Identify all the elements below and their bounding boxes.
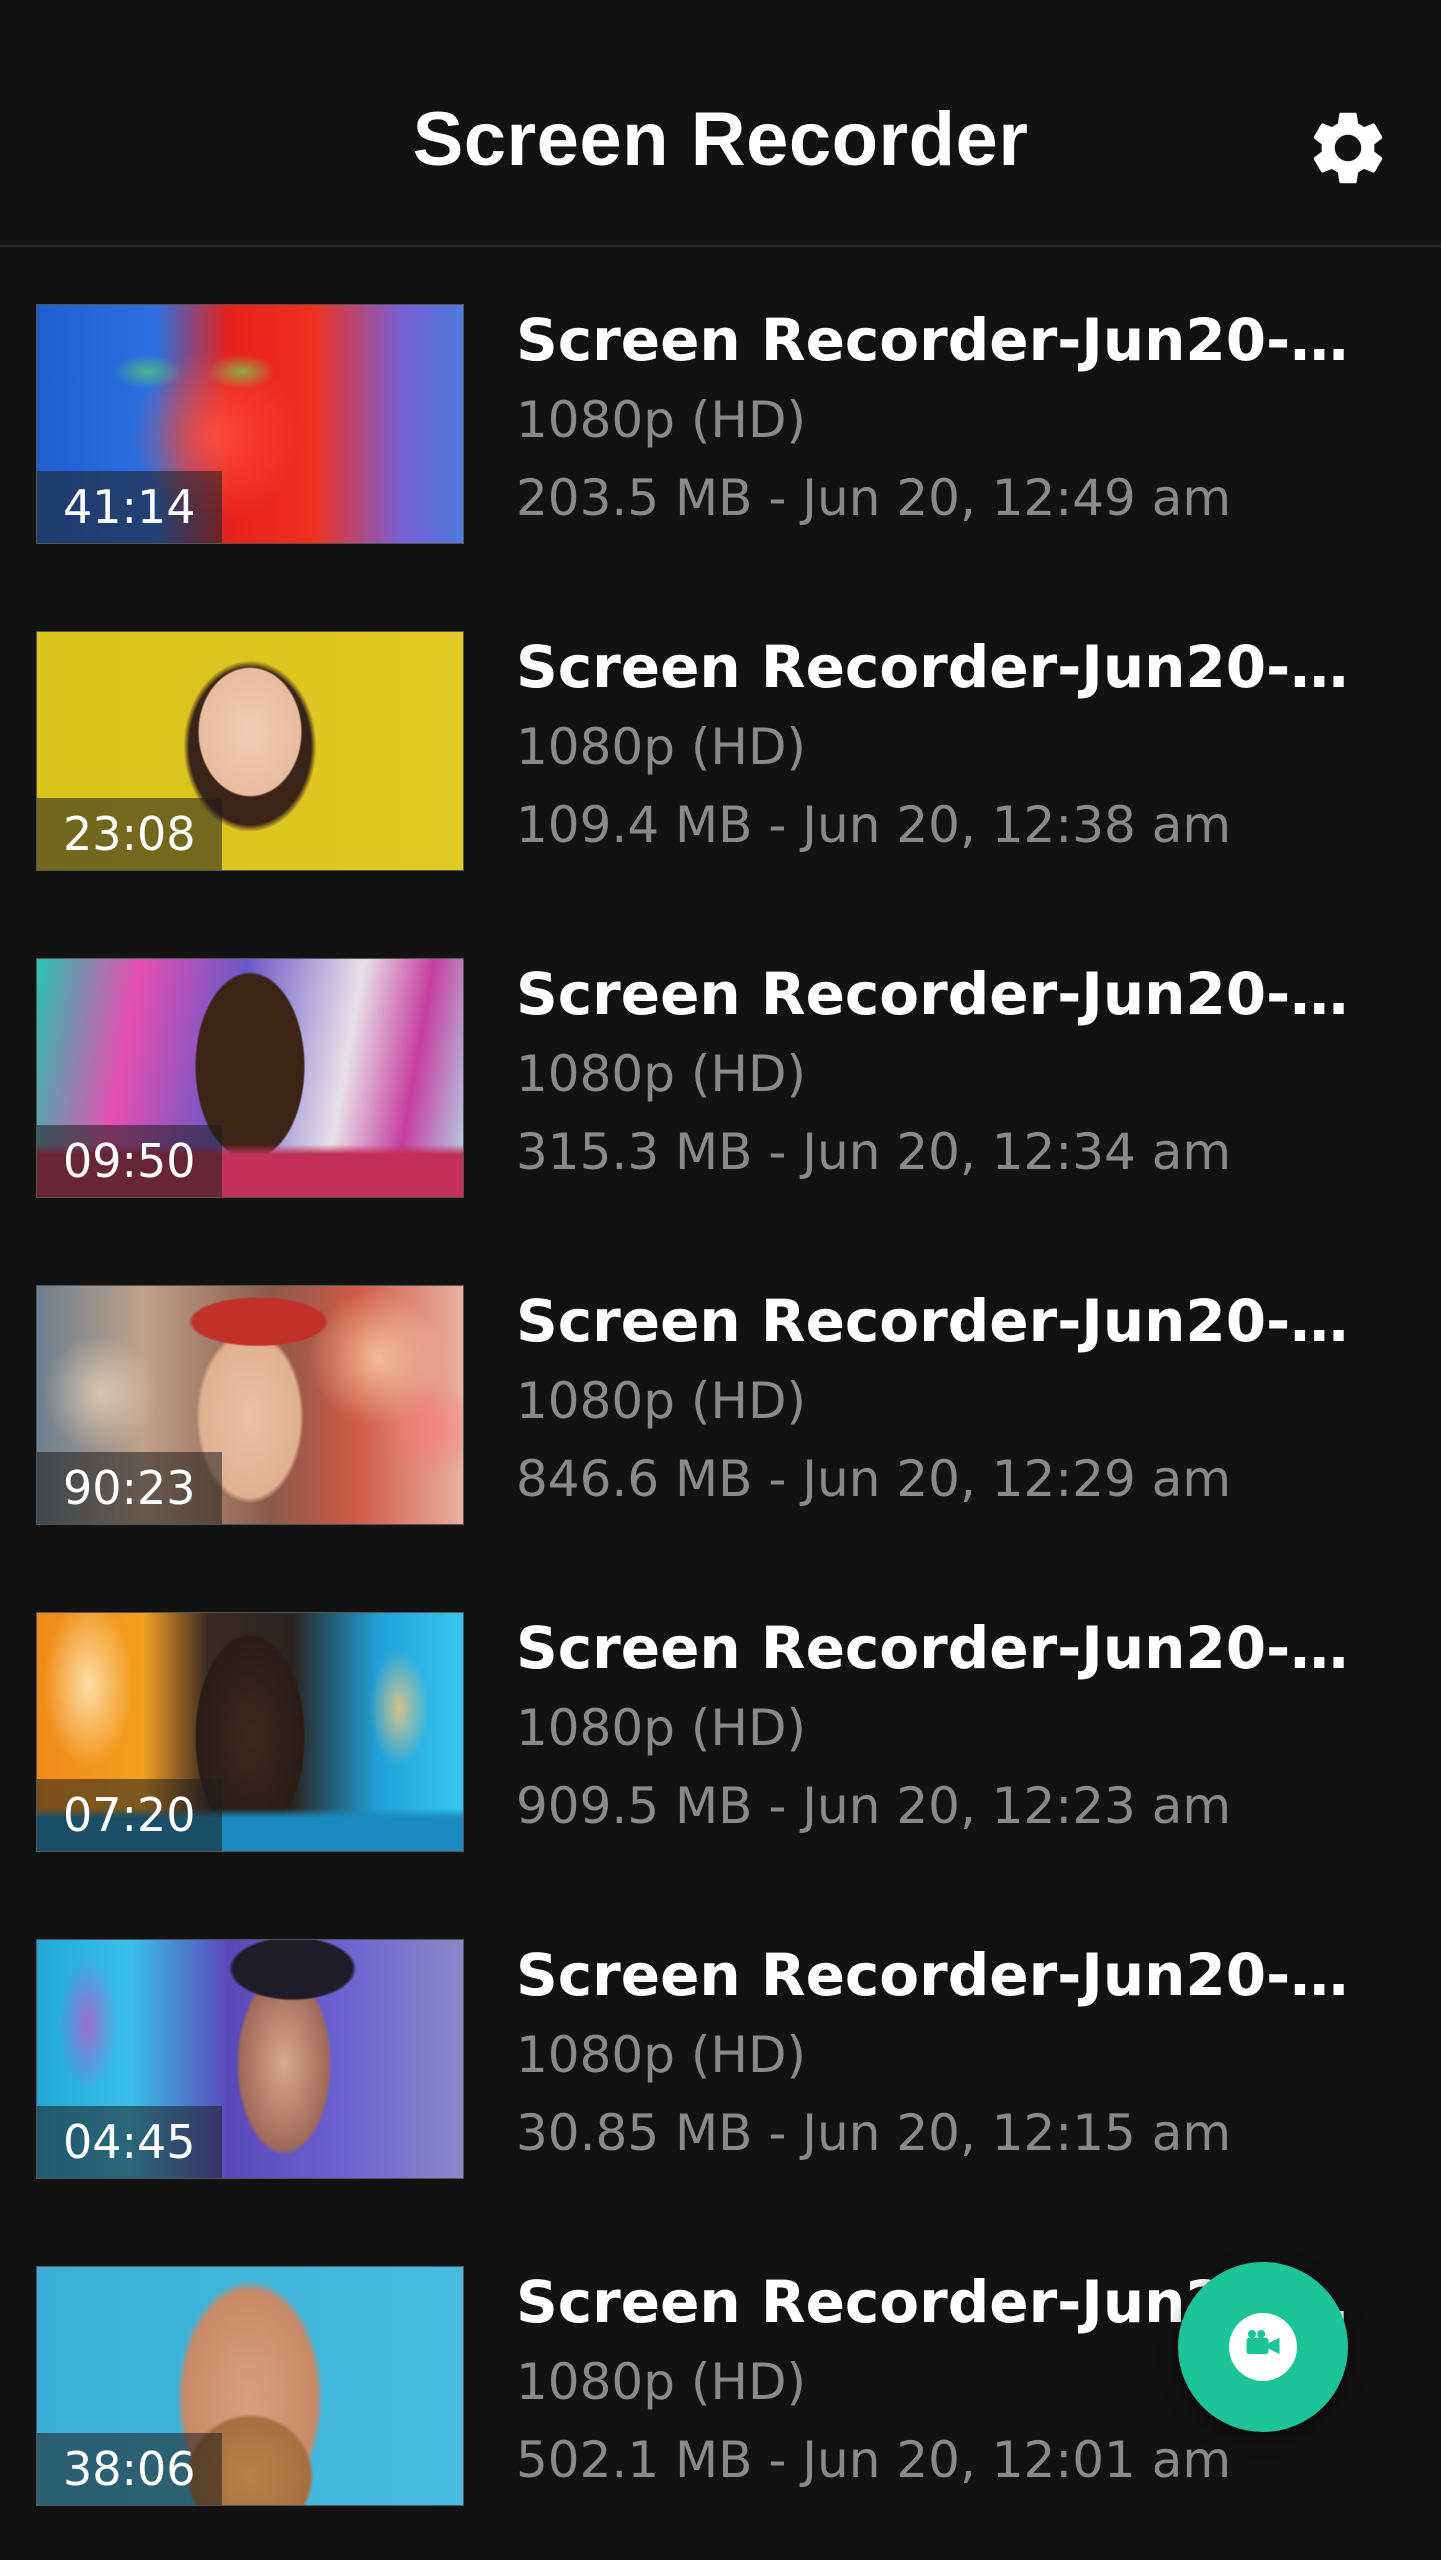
recording-meta: 203.5 MB - Jun 20, 12:49 am <box>516 469 1232 527</box>
video-thumbnail[interactable]: 09:50 <box>36 958 464 1198</box>
recording-row[interactable]: 41:14 Screen Recorder-Jun20-1135… 1080p … <box>0 247 1441 574</box>
app-title: Screen Recorder <box>412 97 1029 182</box>
video-thumbnail[interactable]: 07:20 <box>36 1612 464 1852</box>
recording-meta: 109.4 MB - Jun 20, 12:38 am <box>516 796 1232 854</box>
recording-row[interactable]: 09:50 Screen Recorder-Jun20-1133… 1080p … <box>0 901 1441 1228</box>
recording-quality: 1080p (HD) <box>516 391 806 449</box>
recording-info: Screen Recorder-Jun20-1131… 1080p (HD) 9… <box>516 1607 1386 1845</box>
video-thumbnail[interactable]: 23:08 <box>36 631 464 871</box>
recording-title: Screen Recorder-Jun20-1135… <box>516 306 1386 374</box>
duration-badge: 04:45 <box>37 2106 222 2178</box>
video-thumbnail[interactable]: 90:23 <box>36 1285 464 1525</box>
recording-quality: 1080p (HD) <box>516 1699 806 1757</box>
recording-title: Screen Recorder-Jun20-1131… <box>516 1614 1386 1682</box>
recording-quality: 1080p (HD) <box>516 718 806 776</box>
start-recording-button[interactable] <box>1178 2262 1348 2432</box>
recording-row[interactable]: 23:08 Screen Recorder-Jun20-1134… 1080p … <box>0 574 1441 901</box>
recording-info: Screen Recorder-Jun20-1135… 1080p (HD) 2… <box>516 299 1386 537</box>
recording-title: Screen Recorder-Jun20-1134… <box>516 633 1386 701</box>
gear-icon <box>1304 104 1392 196</box>
duration-badge: 07:20 <box>37 1779 222 1851</box>
recording-title: Screen Recorder-Jun20-1133… <box>516 960 1386 1028</box>
recording-title: Screen Recorder-Jun20-1132… <box>516 1287 1386 1355</box>
video-thumbnail[interactable]: 41:14 <box>36 304 464 544</box>
recording-info: Screen Recorder-Jun20-1134… 1080p (HD) 1… <box>516 626 1386 864</box>
recording-row[interactable]: 07:20 Screen Recorder-Jun20-1131… 1080p … <box>0 1555 1441 1882</box>
recording-info: Screen Recorder-Jun20-1130… 1080p (HD) 3… <box>516 1934 1386 2172</box>
duration-badge: 41:14 <box>37 471 222 543</box>
video-thumbnail[interactable]: 38:06 <box>36 2266 464 2506</box>
recording-meta: 846.6 MB - Jun 20, 12:29 am <box>516 1450 1232 1508</box>
recording-info: Screen Recorder-Jun20-1133… 1080p (HD) 3… <box>516 953 1386 1191</box>
duration-badge: 90:23 <box>37 1452 222 1524</box>
recording-quality: 1080p (HD) <box>516 2026 806 2084</box>
video-thumbnail[interactable]: 04:45 <box>36 1939 464 2179</box>
settings-button[interactable] <box>1298 100 1398 200</box>
recording-meta: 315.3 MB - Jun 20, 12:34 am <box>516 1123 1232 1181</box>
recording-meta: 502.1 MB - Jun 20, 12:01 am <box>516 2431 1232 2489</box>
recording-meta: 30.85 MB - Jun 20, 12:15 am <box>516 2104 1232 2162</box>
recording-row[interactable]: 90:23 Screen Recorder-Jun20-1132… 1080p … <box>0 1228 1441 1555</box>
recording-title: Screen Recorder-Jun20-1130… <box>516 1941 1386 2009</box>
recordings-list: 41:14 Screen Recorder-Jun20-1135… 1080p … <box>0 247 1441 2560</box>
recording-quality: 1080p (HD) <box>516 1045 806 1103</box>
video-camera-icon <box>1241 2323 1285 2371</box>
recording-quality: 1080p (HD) <box>516 1372 806 1430</box>
duration-badge: 09:50 <box>37 1125 222 1197</box>
recording-meta: 909.5 MB - Jun 20, 12:23 am <box>516 1777 1232 1835</box>
recording-row[interactable]: 04:45 Screen Recorder-Jun20-1130… 1080p … <box>0 1882 1441 2209</box>
app-bar: Screen Recorder <box>0 0 1441 247</box>
recording-info: Screen Recorder-Jun20-1132… 1080p (HD) 8… <box>516 1280 1386 1518</box>
duration-badge: 38:06 <box>37 2433 222 2505</box>
duration-badge: 23:08 <box>37 798 222 870</box>
